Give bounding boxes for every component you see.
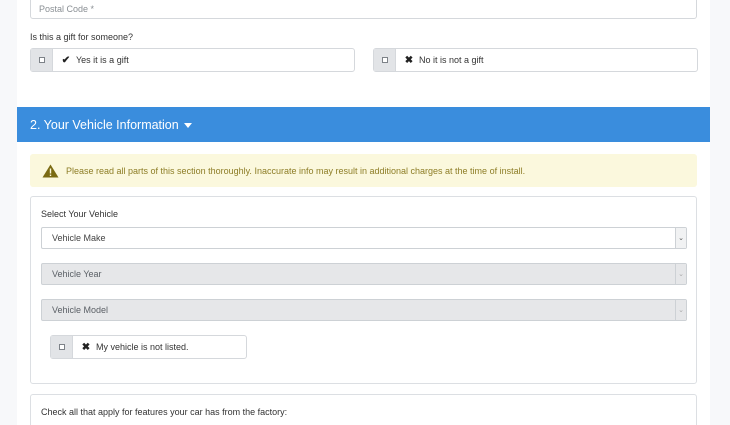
chevron-down-icon: ⌄: [675, 228, 686, 248]
vehicle-section-header[interactable]: 2. Your Vehicle Information: [17, 107, 710, 142]
gift-yes-label: Yes it is a gift: [76, 55, 129, 65]
warning-icon: [42, 164, 59, 177]
gift-no-checkbox[interactable]: [374, 49, 396, 71]
gift-no-option[interactable]: ✖ No it is not a gift: [373, 48, 698, 72]
gift-yes-checkbox[interactable]: [31, 49, 53, 71]
postal-code-placeholder: Postal Code *: [39, 4, 95, 14]
vehicle-make-value: Vehicle Make: [52, 233, 106, 243]
alert-text: Please read all parts of this section th…: [66, 165, 526, 176]
select-vehicle-heading: Select Your Vehicle: [41, 209, 119, 219]
postal-code-input[interactable]: Postal Code *: [30, 0, 697, 19]
checkout-form-page: Postal Code * Is this a gift for someone…: [17, 0, 710, 425]
vehicle-not-listed-label: My vehicle is not listed.: [96, 342, 189, 352]
vehicle-warning-alert: Please read all parts of this section th…: [30, 154, 697, 187]
section-title: 2. Your Vehicle Information: [30, 117, 179, 132]
caret-down-icon: [183, 122, 192, 128]
factory-features-card: Check all that apply for features your c…: [30, 394, 697, 425]
vehicle-select-card: Select Your Vehicle Vehicle Make ⌄ Vehic…: [30, 196, 697, 384]
gift-question-label: Is this a gift for someone?: [30, 32, 134, 42]
vehicle-not-listed-checkbox[interactable]: [51, 336, 73, 358]
vehicle-not-listed-option[interactable]: ✖ My vehicle is not listed.: [50, 335, 247, 359]
close-icon: ✖: [81, 341, 91, 353]
vehicle-make-select[interactable]: Vehicle Make ⌄: [41, 227, 687, 249]
vehicle-model-select[interactable]: Vehicle Model ⌄: [41, 299, 687, 321]
chevron-down-icon: ⌄: [675, 264, 686, 284]
gift-yes-option[interactable]: ✔ Yes it is a gift: [30, 48, 355, 72]
vehicle-model-value: Vehicle Model: [52, 305, 109, 315]
vehicle-year-select[interactable]: Vehicle Year ⌄: [41, 263, 687, 285]
close-icon: ✖: [404, 54, 414, 66]
gift-no-label: No it is not a gift: [419, 55, 484, 65]
vehicle-year-value: Vehicle Year: [52, 269, 102, 279]
factory-features-heading: Check all that apply for features your c…: [41, 407, 288, 417]
check-icon: ✔: [61, 54, 71, 66]
chevron-down-icon: ⌄: [675, 300, 686, 320]
